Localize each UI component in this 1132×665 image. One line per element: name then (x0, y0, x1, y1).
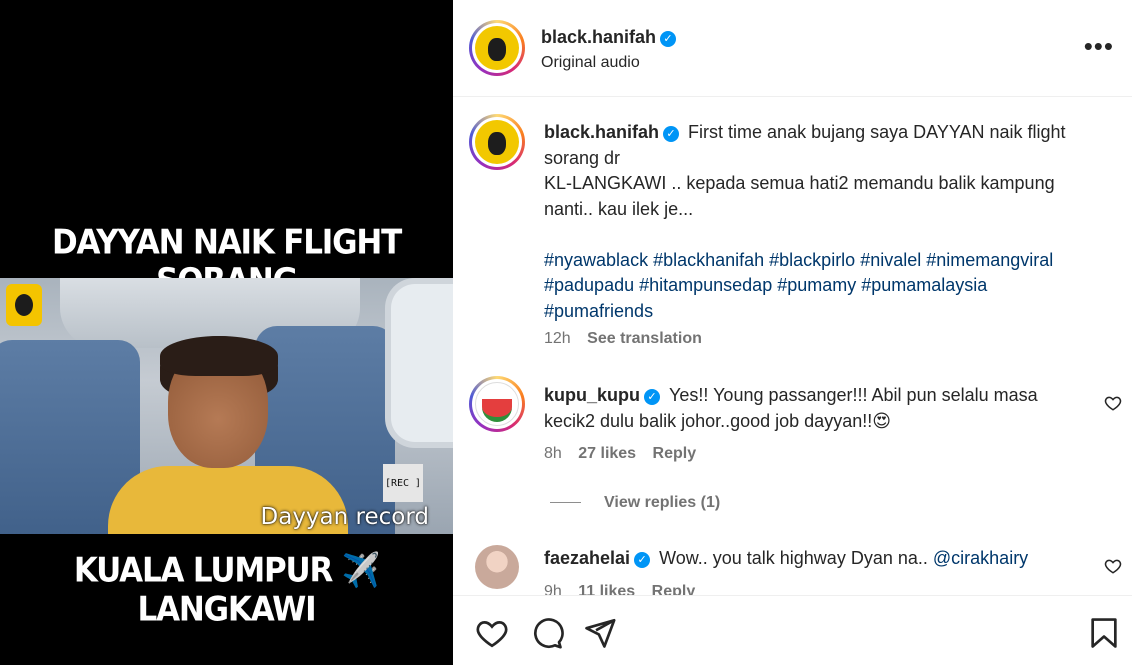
caption-text-line: First time anak bujang saya DAYYAN naik … (688, 122, 1066, 142)
reel-video-pane[interactable]: DAYYAN NAIK FLIGHT SORANG [REC ] Dayyan … (0, 0, 453, 665)
post-details-panel: black.hanifah ✓ Original audio ••• black.… (453, 0, 1132, 665)
comment-meta: 8h 27 likes Reply (544, 445, 708, 463)
post-caption: black.hanifah ✓ First time anak bujang sa… (544, 120, 1114, 324)
video-overlay-label: Dayyan record (260, 504, 429, 530)
post-time[interactable]: 12h (544, 330, 571, 347)
video-frame: [REC ] Dayyan record (0, 278, 453, 534)
comment-text: Yes!! Young passanger!!! Abil pun selalu… (669, 385, 1038, 405)
verified-badge-icon: ✓ (644, 389, 661, 405)
verified-badge-icon: ✓ (660, 31, 677, 47)
comment-icon[interactable] (530, 616, 564, 650)
comment-text: kecik2 dulu balik johor..good job dayyan… (544, 410, 891, 431)
caption-text-line: sorang dr (544, 147, 621, 168)
verified-badge-icon: ✓ (663, 126, 680, 142)
comment-username[interactable]: kupu_kupu (544, 385, 640, 405)
comment-mention[interactable]: @cirakhairy (933, 548, 1028, 568)
caption-author-avatar[interactable] (469, 114, 525, 170)
view-replies-button[interactable]: View replies (1) (604, 494, 720, 512)
author-username[interactable]: black.hanifah (541, 27, 656, 47)
caption-text-line: nanti.. kau ilek je... (544, 198, 694, 219)
comment: faezahelai ✓ Wow.. you talk highway Dyan … (544, 546, 1084, 572)
caption-text-line: KL-LANGKAWI .. kepada semua hati2 memand… (544, 173, 1055, 193)
comment-like-heart-icon[interactable] (1104, 394, 1122, 412)
verified-badge-icon: ✓ (634, 552, 651, 568)
comment-meta: 9h 11 likes Reply (544, 583, 707, 595)
hashtag-line[interactable]: #padupadu #hitampunsedap #pumamy #pumama… (544, 273, 1114, 299)
paper-plane-icon[interactable] (583, 616, 617, 650)
comment-time[interactable]: 9h (544, 583, 562, 595)
hashtag-line[interactable]: #nyawablack #blackhanifah #blackpirlo #n… (544, 248, 1114, 274)
author-name-row: black.hanifah ✓ (541, 27, 677, 48)
comment-reply-button[interactable]: Reply (653, 445, 697, 462)
see-translation-button[interactable]: See translation (587, 330, 702, 347)
comment-reply-button[interactable]: Reply (652, 583, 696, 595)
airplane-window (385, 278, 453, 448)
caption-meta: 12h See translation (544, 330, 714, 348)
video-caption-bottom: KUALA LUMPUR ✈️ LANGKAWI (73, 551, 380, 629)
audio-link[interactable]: Original audio (541, 54, 640, 72)
commenter-avatar[interactable] (475, 545, 519, 589)
post-action-bar (453, 595, 1132, 665)
comment-likes[interactable]: 11 likes (578, 583, 635, 595)
watermark-logo (6, 284, 42, 326)
replies-divider (550, 502, 581, 503)
comment-time[interactable]: 8h (544, 445, 562, 462)
comment: kupu_kupu ✓ Yes!! Young passanger!!! Abil… (544, 383, 1084, 434)
bookmark-icon[interactable] (1087, 616, 1121, 650)
post-header: black.hanifah ✓ Original audio ••• (453, 0, 1132, 97)
comment-text: Wow.. you talk highway Dyan na.. (659, 548, 928, 568)
caption-author-username[interactable]: black.hanifah (544, 122, 659, 142)
boy-fringe (160, 336, 278, 376)
hashtag-line[interactable]: #pumafriends (544, 299, 1114, 325)
heart-icon[interactable] (475, 616, 509, 650)
author-avatar[interactable] (469, 20, 525, 76)
commenter-avatar[interactable] (469, 376, 525, 432)
more-options-icon[interactable]: ••• (1084, 33, 1114, 59)
comment-likes[interactable]: 27 likes (578, 445, 636, 462)
comment-username[interactable]: faezahelai (544, 548, 630, 568)
comment-like-heart-icon[interactable] (1104, 557, 1122, 575)
rec-indicator: [REC ] (383, 464, 423, 502)
